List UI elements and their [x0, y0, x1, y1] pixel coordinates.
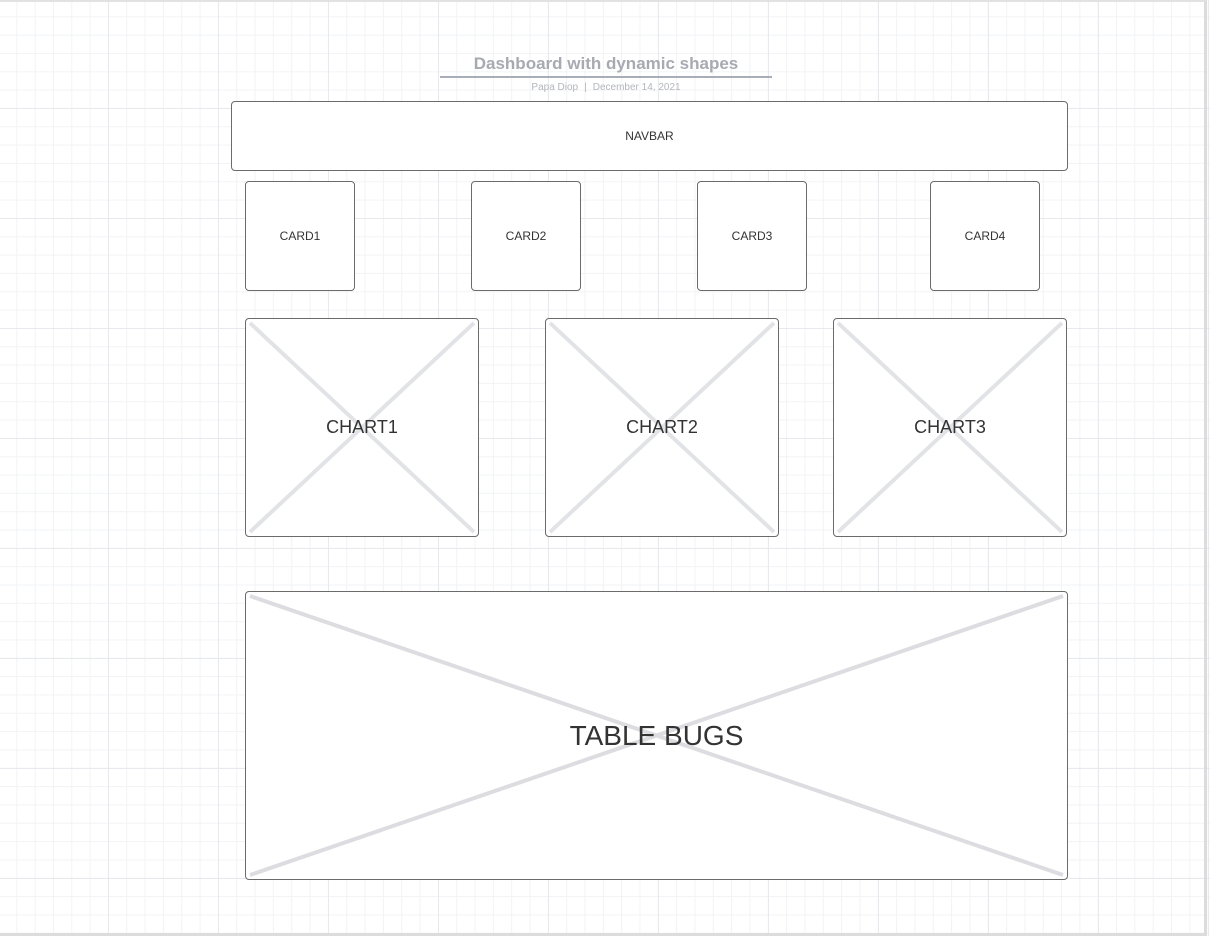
- page-title: Dashboard with dynamic shapes: [440, 53, 772, 78]
- card-label: CARD3: [731, 229, 773, 243]
- subtitle-separator: |: [584, 82, 587, 93]
- table-label: TABLE BUGS: [569, 719, 744, 751]
- page-subtitle: Papa Diop | December 14, 2021: [440, 82, 772, 94]
- card-shape-4[interactable]: CARD4: [930, 181, 1040, 291]
- navbar-label: NAVBAR: [625, 129, 674, 143]
- chart-placeholder-1[interactable]: CHART1: [245, 318, 479, 537]
- card-shape-1[interactable]: CARD1: [245, 181, 355, 291]
- chart-label: CHART2: [626, 417, 698, 437]
- card-shape-2[interactable]: CARD2: [471, 181, 581, 291]
- author-name: Papa Diop: [531, 82, 579, 93]
- document-date: December 14, 2021: [592, 82, 681, 93]
- chart-label: CHART3: [914, 417, 986, 437]
- card-label: CARD4: [964, 229, 1006, 243]
- chart-placeholder-2[interactable]: CHART2: [545, 318, 779, 537]
- card-label: CARD1: [279, 229, 321, 243]
- table-placeholder[interactable]: TABLE BUGS: [245, 591, 1068, 880]
- card-label: CARD2: [505, 229, 547, 243]
- navbar-shape[interactable]: NAVBAR: [231, 101, 1068, 171]
- card-shape-3[interactable]: CARD3: [697, 181, 807, 291]
- chart-label: CHART1: [326, 417, 398, 437]
- chart-placeholder-3[interactable]: CHART3: [833, 318, 1067, 537]
